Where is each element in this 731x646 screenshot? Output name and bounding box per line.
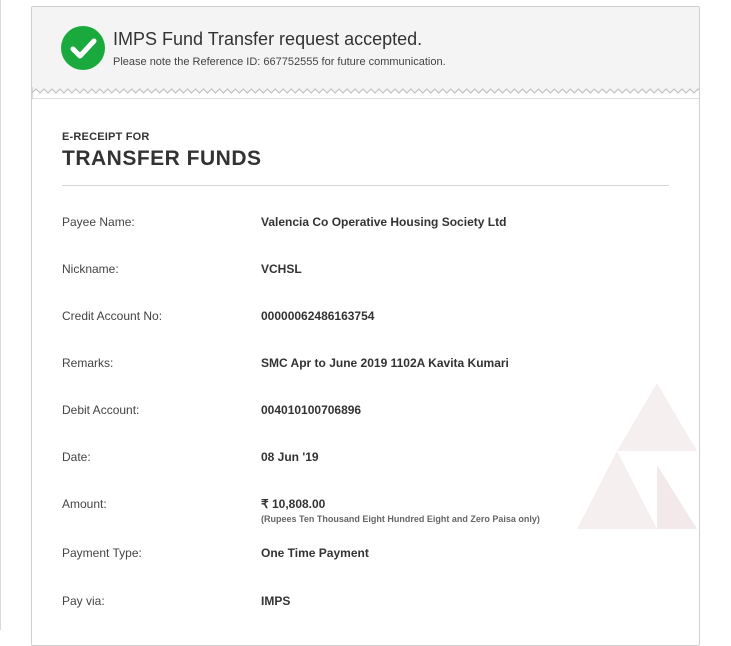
receipt-title: TRANSFER FUNDS — [62, 147, 262, 170]
title-divider — [62, 185, 669, 186]
payee-name-value: Valencia Co Operative Housing Society Lt… — [261, 215, 507, 229]
receipt-panel: IMPS Fund Transfer request accepted. Ple… — [31, 6, 700, 646]
remarks-label: Remarks: — [62, 356, 114, 370]
payment-type-label: Payment Type: — [62, 546, 142, 560]
pay-via-value: IMPS — [261, 594, 291, 608]
check-circle-icon — [61, 26, 105, 70]
payee-name-label: Payee Name: — [62, 215, 135, 229]
debit-account-label: Debit Account: — [62, 403, 140, 417]
nickname-label: Nickname: — [62, 262, 119, 276]
amount-in-words: (Rupees Ten Thousand Eight Hundred Eight… — [261, 514, 540, 524]
zigzag-divider — [32, 87, 699, 99]
debit-account-value: 004010100706896 — [261, 403, 362, 417]
amount-label: Amount: — [62, 497, 107, 511]
credit-account-label: Credit Account No: — [62, 309, 163, 323]
page-edge-line — [0, 0, 1, 630]
amount-value: ₹ 10,808.00 — [261, 497, 326, 511]
remarks-value: SMC Apr to June 2019 1102A Kavita Kumari — [261, 356, 509, 370]
date-value: 08 Jun '19 — [261, 450, 319, 464]
banner-title: IMPS Fund Transfer request accepted. — [113, 29, 423, 49]
payment-type-value: One Time Payment — [261, 546, 369, 560]
nickname-value: VCHSL — [261, 262, 302, 276]
bank-logo-watermark — [577, 383, 697, 529]
date-label: Date: — [62, 450, 91, 464]
pay-via-label: Pay via: — [62, 594, 105, 608]
receipt-label: E-RECEIPT FOR — [62, 131, 150, 143]
success-banner: IMPS Fund Transfer request accepted. Ple… — [32, 7, 699, 93]
reference-id-text: Please note the Reference ID: 667752555 … — [113, 56, 446, 68]
credit-account-value: 00000062486163754 — [261, 309, 375, 323]
